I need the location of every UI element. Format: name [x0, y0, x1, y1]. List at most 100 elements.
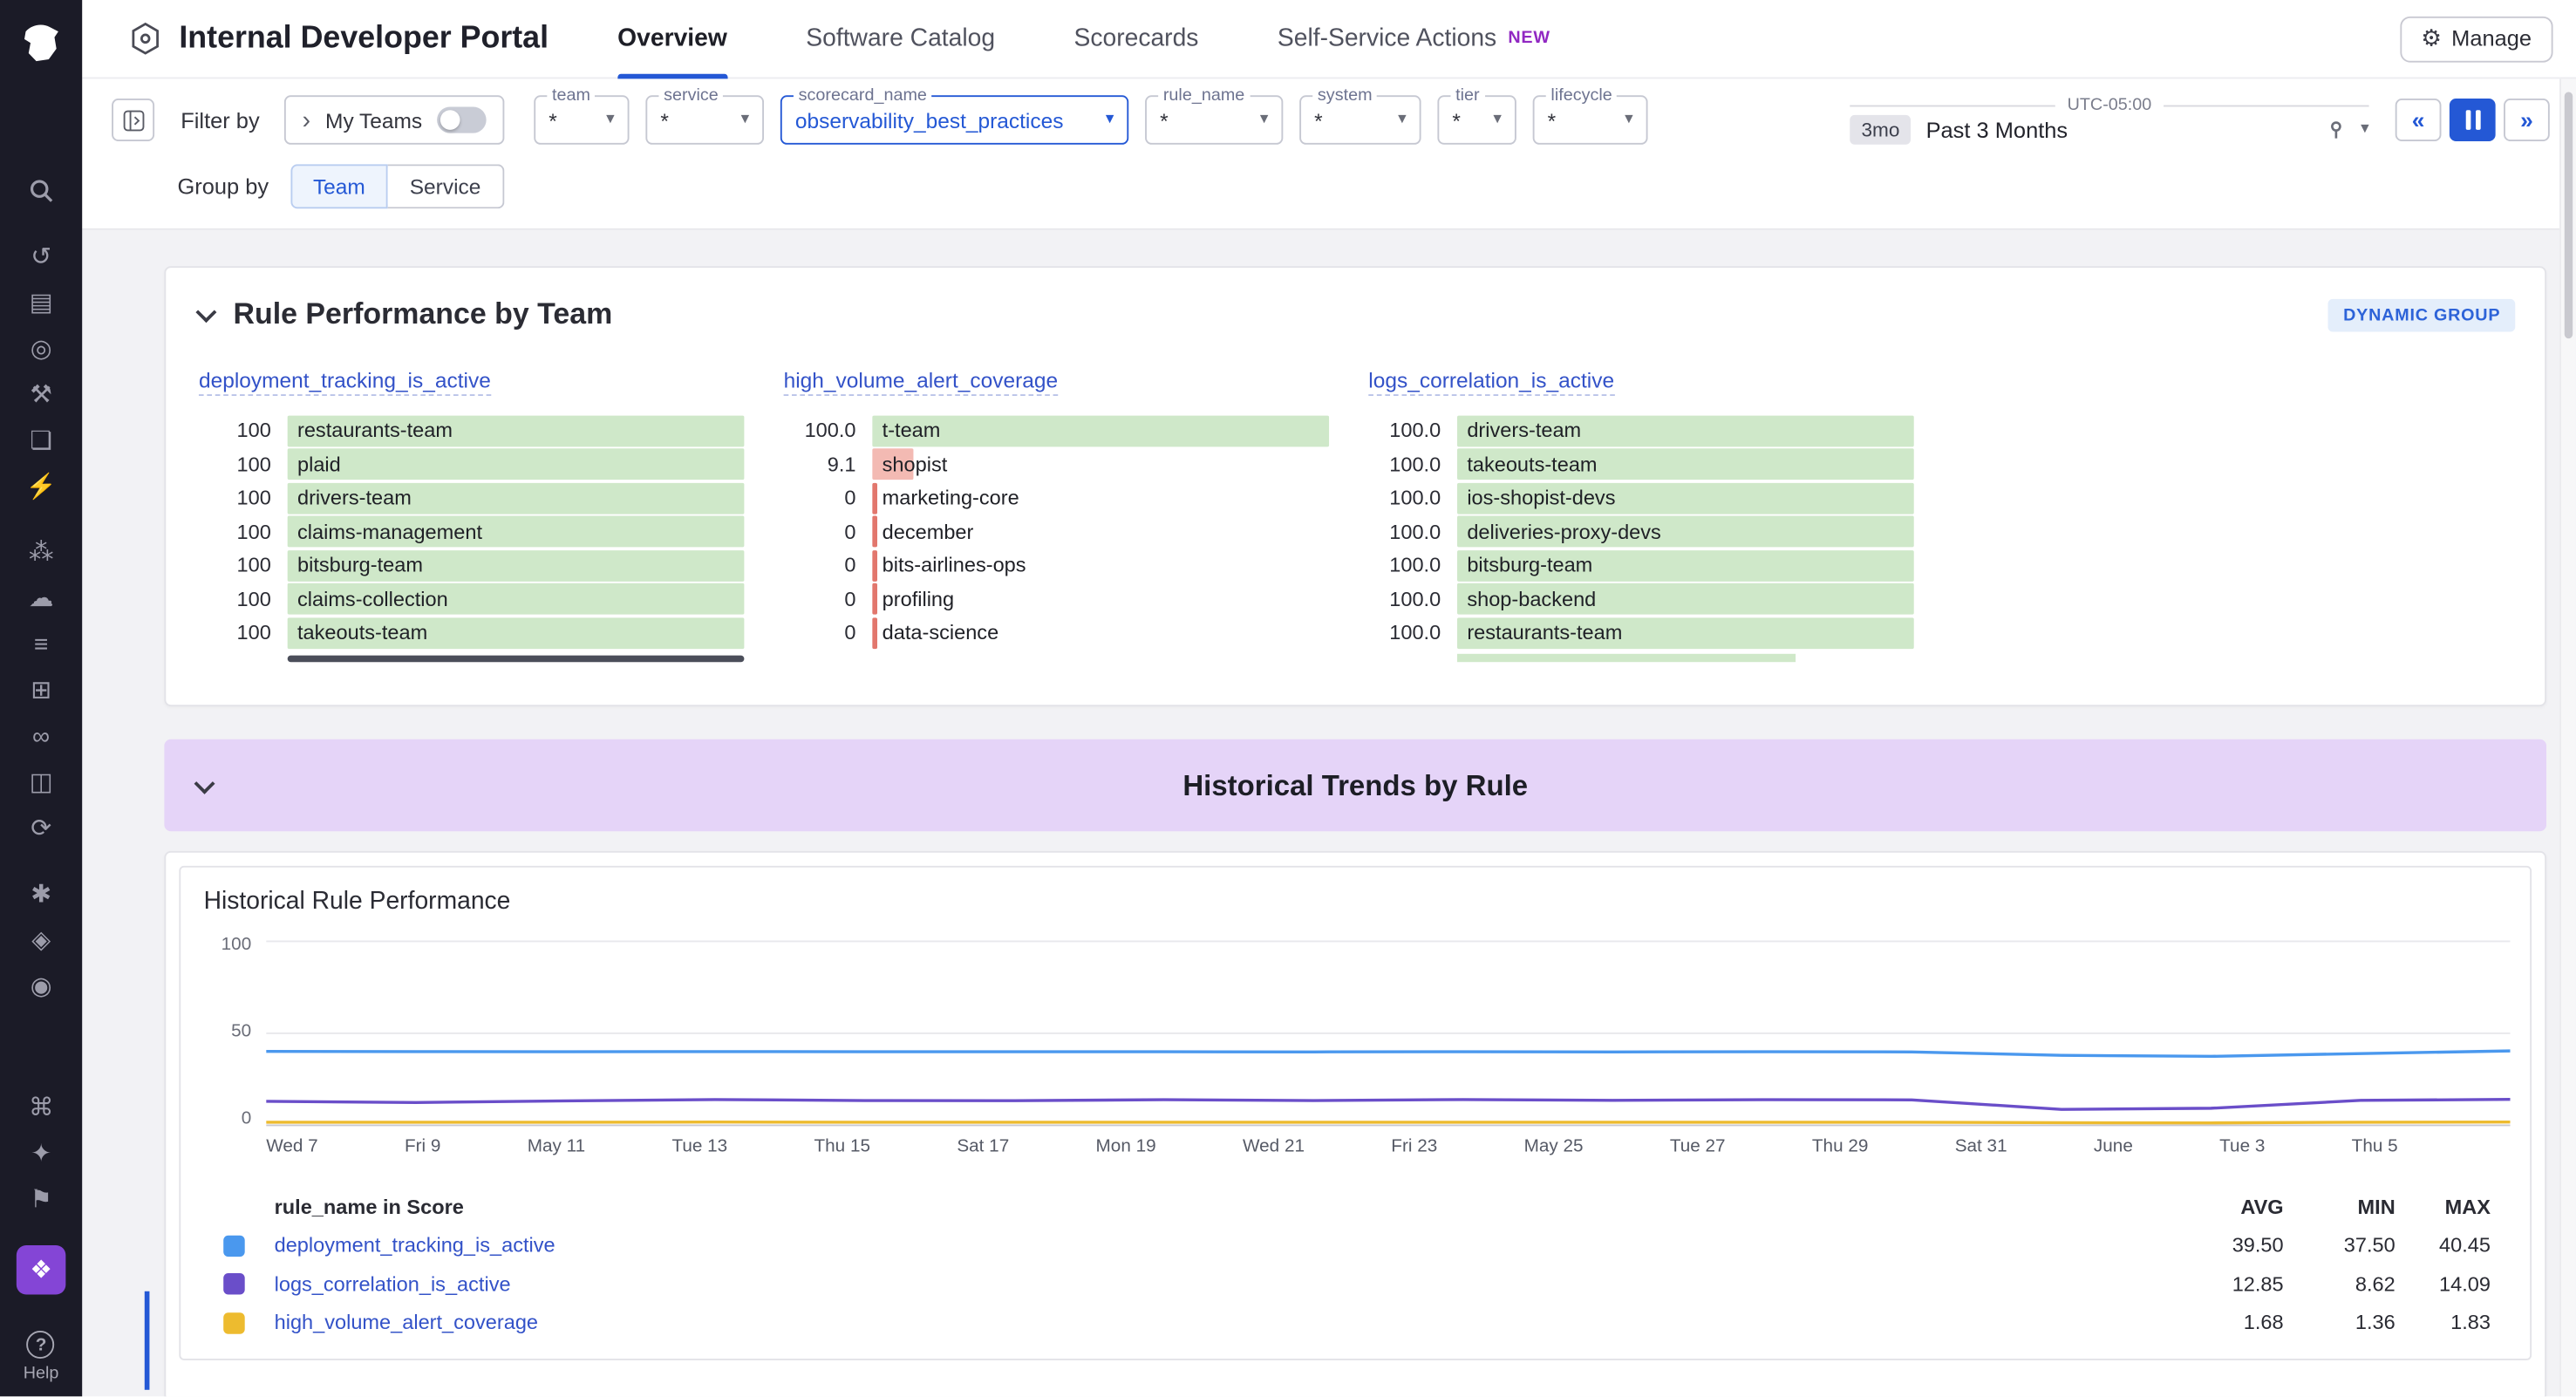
- team-name: shopist: [872, 453, 947, 475]
- rule-name-link[interactable]: logs_correlation_is_active: [1368, 368, 1614, 396]
- watchdog-icon[interactable]: ◎: [18, 325, 65, 371]
- chevron-down-icon[interactable]: ▾: [2361, 121, 2368, 138]
- chart-plot-area[interactable]: [266, 935, 2510, 1128]
- x-axis-label: June: [2094, 1137, 2133, 1162]
- min-value: 8.62: [2284, 1273, 2395, 1296]
- legend-color-chip[interactable]: [223, 1235, 244, 1256]
- manage-button[interactable]: ⚙ Manage: [2400, 16, 2553, 62]
- apps-icon[interactable]: ⊞: [18, 667, 65, 713]
- groupby-service[interactable]: Service: [388, 164, 504, 208]
- cloud-icon[interactable]: ☁: [18, 575, 65, 621]
- ai-assistant-icon[interactable]: ✦: [18, 1130, 65, 1176]
- toolbox-icon[interactable]: ⚒: [18, 371, 65, 418]
- x-axis-label: Tue 13: [671, 1137, 727, 1162]
- tab-overview[interactable]: Overview: [617, 0, 727, 78]
- team-cell[interactable]: plaid: [288, 449, 745, 480]
- service-map-icon[interactable]: ⁂: [18, 529, 65, 576]
- metrics-icon[interactable]: ▤: [18, 279, 65, 325]
- my-teams-filter[interactable]: › My Teams: [284, 95, 504, 145]
- software-catalog-icon[interactable]: ◫: [18, 759, 65, 805]
- team-cell[interactable]: deliveries-proxy-devs: [1457, 516, 1914, 548]
- team-cell[interactable]: claims-collection: [288, 583, 745, 615]
- developer-portal-active-icon[interactable]: ❖: [17, 1245, 66, 1295]
- rule-performance-card: Rule Performance by Team DYNAMIC GROUP d…: [164, 266, 2546, 706]
- team-cell[interactable]: drivers-team: [288, 482, 745, 514]
- workflows-icon[interactable]: ⌘: [18, 1084, 65, 1130]
- team-cell[interactable]: restaurants-team: [1457, 617, 1914, 649]
- notifications-icon[interactable]: ⚑: [18, 1176, 65, 1223]
- team-cell[interactable]: bitsburg-team: [1457, 550, 1914, 582]
- apm-icon[interactable]: ∞: [18, 713, 65, 760]
- team-name: bits-airlines-ops: [872, 554, 1026, 576]
- vertical-scrollbar[interactable]: [2559, 78, 2576, 1396]
- legend-rule-link[interactable]: logs_correlation_is_active: [275, 1273, 2152, 1296]
- tab-scorecards[interactable]: Scorecards: [1074, 0, 1199, 78]
- filter-system[interactable]: system*▾: [1299, 95, 1421, 145]
- team-cell[interactable]: claims-management: [288, 516, 745, 548]
- team-cell[interactable]: t-team: [872, 415, 1329, 446]
- rule-name-link[interactable]: deployment_tracking_is_active: [199, 368, 491, 396]
- team-cell[interactable]: data-science: [872, 617, 1329, 649]
- rule-name-link[interactable]: high_volume_alert_coverage: [784, 368, 1059, 396]
- search-icon[interactable]: [18, 167, 65, 214]
- score-value: 100.0: [1368, 554, 1441, 576]
- synthetics-icon[interactable]: ◉: [18, 963, 65, 1009]
- filter-scorecard_name[interactable]: scorecard_nameobservability_best_practic…: [780, 95, 1128, 145]
- table-row: 100bitsburg-team: [199, 549, 744, 583]
- table-row: 100claims-collection: [199, 583, 744, 617]
- events-icon[interactable]: ⚡: [18, 463, 65, 509]
- team-cell[interactable]: bits-airlines-ops: [872, 550, 1329, 582]
- logs-icon[interactable]: ≡: [18, 621, 65, 667]
- datadog-logo[interactable]: [17, 17, 66, 66]
- filter-tier[interactable]: tier*▾: [1437, 95, 1516, 145]
- team-cell[interactable]: ios-shopist-devs: [1457, 482, 1914, 514]
- collapse-chevron-icon[interactable]: [195, 302, 216, 323]
- legend-color-chip[interactable]: [223, 1273, 244, 1294]
- error-tracking-icon[interactable]: ✱: [18, 870, 65, 917]
- team-cell[interactable]: marketing-core: [872, 482, 1329, 514]
- team-cell[interactable]: restaurants-team: [288, 415, 745, 446]
- table-row: 100claims-management: [199, 515, 744, 549]
- time-backward-button[interactable]: «: [2395, 99, 2442, 141]
- ci-pipelines-icon[interactable]: ⟳: [18, 805, 65, 851]
- tab-self-service-actions[interactable]: Self-Service ActionsNEW: [1278, 0, 1550, 78]
- team-cell[interactable]: drivers-team: [1457, 415, 1914, 446]
- legend-rule-link[interactable]: deployment_tracking_is_active: [275, 1234, 2152, 1257]
- team-cell[interactable]: bitsburg-team: [288, 550, 745, 582]
- rule-performance-tables: deployment_tracking_is_active 100 restaura…: [166, 332, 2545, 662]
- team-cell[interactable]: takeouts-team: [1457, 449, 1914, 480]
- scrollbar-thumb[interactable]: [2565, 92, 2573, 338]
- expand-panel-button[interactable]: [112, 99, 154, 141]
- groupby-team[interactable]: Team: [290, 164, 389, 208]
- group-by-label: Group by: [177, 174, 269, 199]
- filter-team[interactable]: team*▾: [534, 95, 629, 145]
- team-cell[interactable]: december: [872, 516, 1329, 548]
- security-icon[interactable]: ◈: [18, 917, 65, 963]
- legend-color-chip[interactable]: [223, 1312, 244, 1333]
- pin-icon[interactable]: [2327, 120, 2347, 140]
- time-range-control[interactable]: UTC-05:00 3mo Past 3 Months ▾: [1850, 95, 2368, 145]
- filter-rule_name[interactable]: rule_name*▾: [1145, 95, 1283, 145]
- help-icon[interactable]: ?: [27, 1331, 55, 1359]
- time-controls: UTC-05:00 3mo Past 3 Months ▾ « »: [1850, 95, 2552, 145]
- filter-by-label: Filter by: [181, 107, 259, 132]
- horizontal-scrollbar-thumb[interactable]: [288, 655, 745, 662]
- pause-button[interactable]: [2450, 99, 2496, 141]
- infrastructure-icon[interactable]: ❏: [18, 418, 65, 464]
- team-cell[interactable]: shop-backend: [1457, 583, 1914, 615]
- x-axis-label: Thu 29: [1812, 1137, 1869, 1162]
- filter-lifecycle[interactable]: lifecycle*▾: [1533, 95, 1648, 145]
- x-axis-label: Wed 7: [266, 1137, 318, 1162]
- team-cell[interactable]: shopist: [872, 449, 1329, 480]
- my-teams-toggle[interactable]: [437, 106, 487, 133]
- score-value: 100.0: [1368, 487, 1441, 509]
- score-value: 100: [199, 453, 271, 475]
- filter-service[interactable]: service*▾: [645, 95, 764, 145]
- tab-software-catalog[interactable]: Software Catalog: [806, 0, 995, 78]
- filter-dropdowns: team*▾ service*▾ scorecard_nameobservabili…: [534, 95, 1647, 145]
- time-forward-button[interactable]: »: [2504, 99, 2550, 141]
- legend-rule-link[interactable]: high_volume_alert_coverage: [275, 1312, 2152, 1334]
- history-icon[interactable]: ↺: [18, 234, 65, 280]
- team-cell[interactable]: takeouts-team: [288, 617, 745, 649]
- team-cell[interactable]: profiling: [872, 583, 1329, 615]
